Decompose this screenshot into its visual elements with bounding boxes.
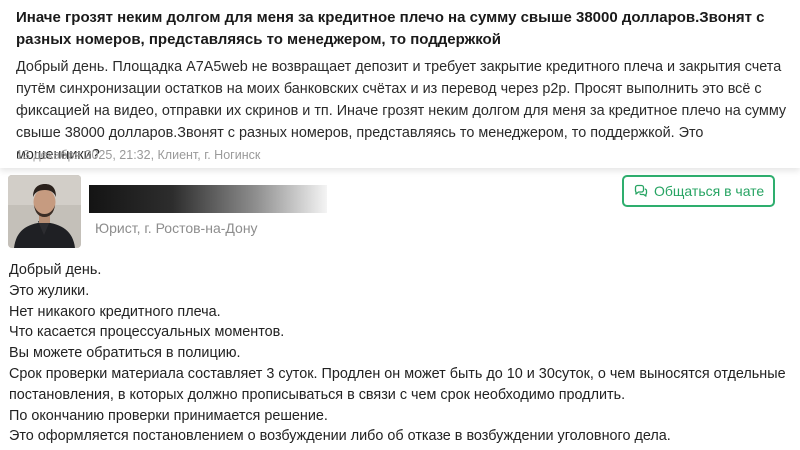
- avatar[interactable]: [8, 175, 81, 248]
- answer-line: Нет никакого кредитного плеча.: [9, 303, 221, 320]
- lawyer-photo: [8, 175, 81, 248]
- question-title: Иначе грозят неким долгом для меня за кр…: [16, 9, 765, 48]
- answer-line: Добрый день.: [9, 262, 102, 278]
- answer-line: Срок проверки материала составляет 3 сут…: [9, 365, 786, 403]
- question-card: Иначе грозят неким долгом для меня за кр…: [0, 0, 800, 168]
- chat-button-label: Общаться в чате: [654, 183, 765, 199]
- question-meta: 13 декабря 2025, 21:32, Клиент, г. Ногин…: [16, 148, 261, 162]
- answer-line: Что касается процессуальных моментов.: [9, 324, 285, 341]
- answer-line: Вы можете обратиться в полицию.: [9, 345, 241, 362]
- chat-bubbles-icon: [634, 184, 648, 197]
- answer-line: Это оформляется постановлением о возбужд…: [9, 428, 671, 445]
- answer-text: Добрый день. Это жулики. Нет никакого кр…: [9, 260, 789, 447]
- author-role: Юрист, г. Ростов-на-Дону: [95, 220, 258, 236]
- answer-line: Это жулики.: [9, 282, 90, 299]
- answer-card: Юрист, г. Ростов-на-Дону Общаться в чате…: [0, 168, 800, 450]
- author-name-redacted[interactable]: [89, 185, 327, 213]
- chat-button[interactable]: Общаться в чате: [622, 175, 775, 207]
- answer-line: По окончанию проверки принимается решени…: [9, 407, 328, 424]
